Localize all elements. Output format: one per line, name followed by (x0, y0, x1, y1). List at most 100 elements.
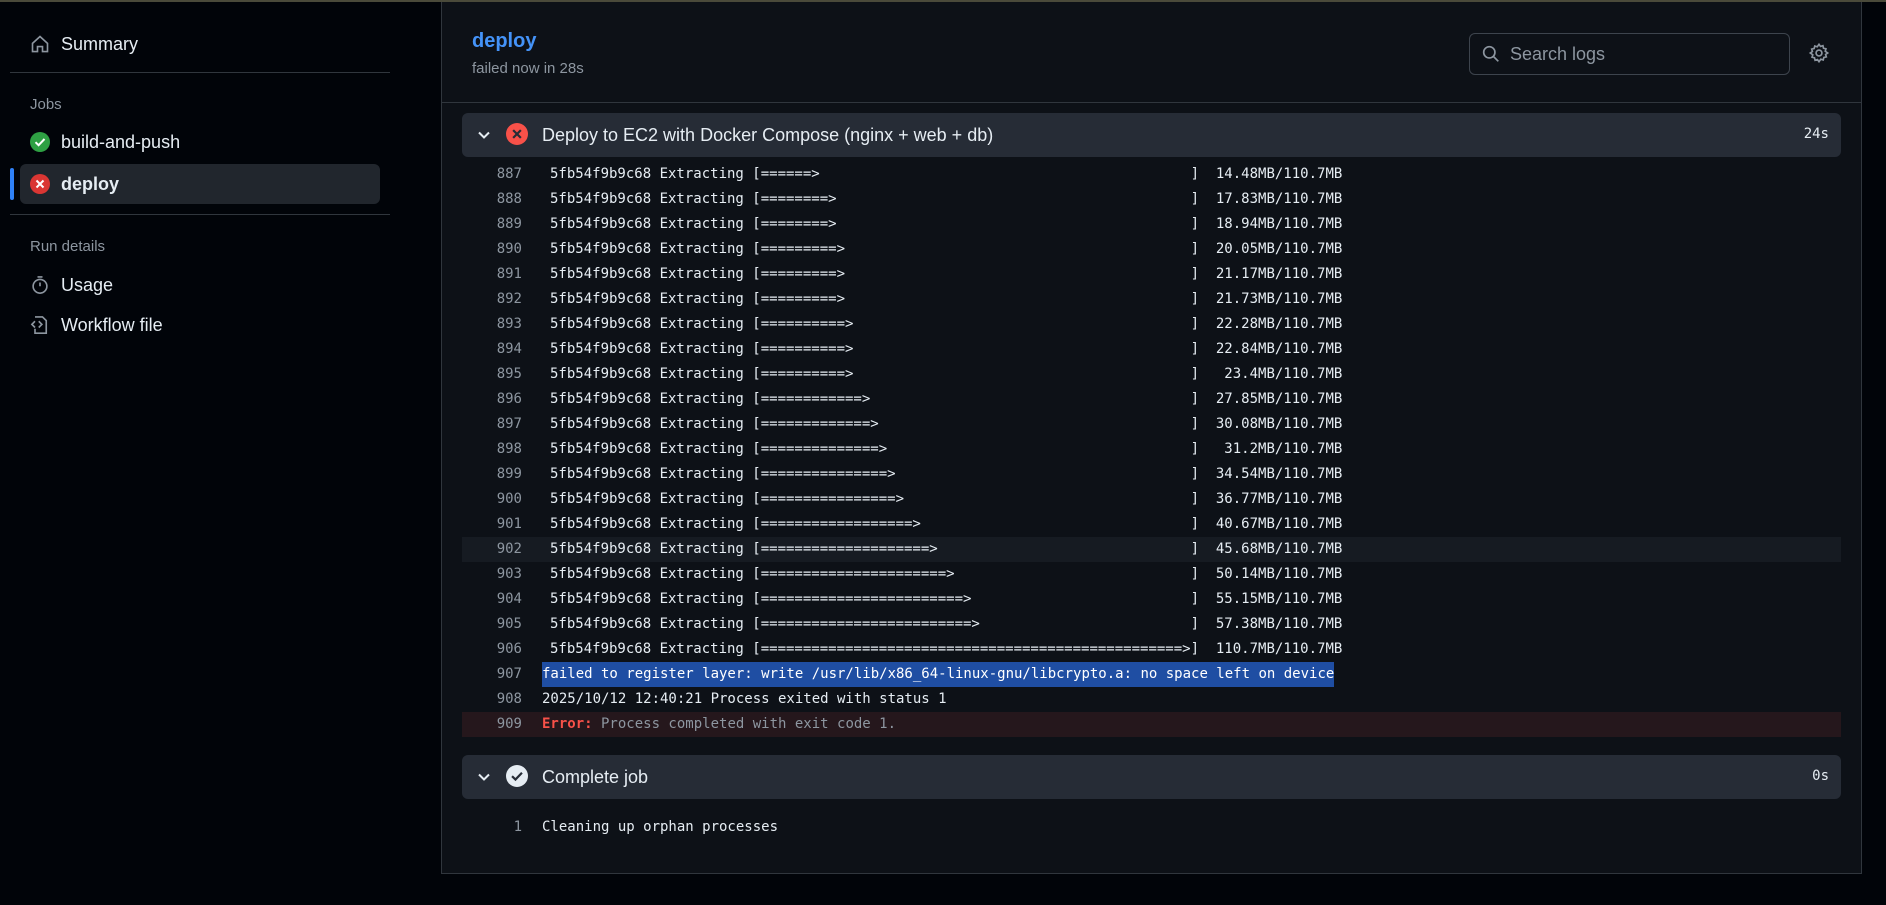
line-number[interactable]: 893 (462, 312, 522, 337)
log-line[interactable]: 905 5fb54f9b9c68 Extracting [============… (462, 612, 1841, 637)
log-text: 5fb54f9b9c68 Extracting [==========> ] 2… (550, 316, 1343, 332)
sidebar-divider (10, 72, 390, 73)
line-number[interactable]: 900 (462, 487, 522, 512)
line-number[interactable]: 904 (462, 587, 522, 612)
error-label: Error: (542, 716, 593, 732)
sidebar-item-workflow-file[interactable]: Workflow file (20, 305, 380, 345)
log-line[interactable]: 907 failed to register layer: write /usr/… (462, 662, 1841, 687)
line-number[interactable]: 902 (462, 537, 522, 562)
sidebar-item-label: deploy (61, 173, 120, 194)
log-line[interactable]: 902 5fb54f9b9c68 Extracting [============… (462, 537, 1841, 562)
line-number[interactable]: 894 (462, 337, 522, 362)
line-number[interactable]: 901 (462, 512, 522, 537)
step-header-complete-job[interactable]: Complete job 0s (462, 755, 1841, 799)
chevron-down-icon[interactable] (474, 767, 494, 787)
log-text: 5fb54f9b9c68 Extracting [=========> ] 21… (550, 266, 1343, 282)
log-line[interactable]: 889 5fb54f9b9c68 Extracting [========> ] … (462, 212, 1841, 237)
line-number[interactable]: 905 (462, 612, 522, 637)
line-number[interactable]: 906 (462, 637, 522, 662)
search-icon (1480, 43, 1502, 65)
step-duration: 0s (1812, 768, 1829, 784)
sidebar-item-label: Workflow file (61, 314, 163, 335)
sidebar-item-build-and-push[interactable]: build-and-push (20, 122, 380, 162)
x-circle-icon (29, 173, 51, 195)
line-number[interactable]: 907 (462, 662, 522, 687)
log-line[interactable]: 894 5fb54f9b9c68 Extracting [==========> … (462, 337, 1841, 362)
line-number[interactable]: 887 (462, 162, 522, 187)
log-line[interactable]: 887 5fb54f9b9c68 Extracting [======> ] 14… (462, 162, 1841, 187)
log-line[interactable]: 892 5fb54f9b9c68 Extracting [=========> ]… (462, 287, 1841, 312)
active-indicator (10, 168, 14, 200)
line-number[interactable]: 909 (462, 712, 522, 737)
log-text: 2025/10/12 12:40:21 Process exited with … (542, 691, 947, 707)
log-line[interactable]: 898 5fb54f9b9c68 Extracting [============… (462, 437, 1841, 462)
step-title: Deploy to EC2 with Docker Compose (nginx… (542, 125, 994, 145)
log-line[interactable]: 906 5fb54f9b9c68 Extracting [============… (462, 637, 1841, 662)
line-number[interactable]: 889 (462, 212, 522, 237)
sidebar-item-usage[interactable]: Usage (20, 265, 380, 305)
log-line[interactable]: 890 5fb54f9b9c68 Extracting [=========> ]… (462, 237, 1841, 262)
sidebar: Summary Jobs build-and-push deploy Run d… (0, 2, 400, 905)
stopwatch-icon (29, 274, 51, 296)
log-line[interactable]: 909 Error: Process completed with exit co… (462, 712, 1841, 737)
search-logs-input[interactable] (1510, 43, 1770, 65)
jobs-heading: Jobs (30, 96, 62, 113)
check-circle-icon (29, 131, 51, 153)
log-text: 5fb54f9b9c68 Extracting [===============… (550, 591, 1343, 607)
error-message: Process completed with exit code 1. (592, 716, 897, 732)
job-log-panel: deploy failed now in 28s Deploy to EC2 w… (441, 2, 1862, 874)
log-line[interactable]: 1 Cleaning up orphan processes (462, 815, 1841, 840)
log-text: 5fb54f9b9c68 Extracting [=============> … (550, 416, 1343, 432)
log-text: 5fb54f9b9c68 Extracting [========> ] 17.… (550, 191, 1343, 207)
line-number[interactable]: 898 (462, 437, 522, 462)
log-text: 5fb54f9b9c68 Extracting [===============… (550, 566, 1343, 582)
log-text: failed to register layer: write /usr/lib… (542, 662, 1335, 687)
log-line[interactable]: 895 5fb54f9b9c68 Extracting [==========> … (462, 362, 1841, 387)
line-number[interactable]: 903 (462, 562, 522, 587)
line-number[interactable]: 896 (462, 387, 522, 412)
line-number[interactable]: 888 (462, 187, 522, 212)
step-header-deploy-to-ec2[interactable]: Deploy to EC2 with Docker Compose (nginx… (462, 113, 1841, 157)
line-number[interactable]: 891 (462, 262, 522, 287)
log-line[interactable]: 901 5fb54f9b9c68 Extracting [============… (462, 512, 1841, 537)
job-title[interactable]: deploy (472, 30, 536, 53)
x-circle-icon (506, 123, 530, 147)
log-line[interactable]: 888 5fb54f9b9c68 Extracting [========> ] … (462, 187, 1841, 212)
line-number[interactable]: 895 (462, 362, 522, 387)
sidebar-item-label: Usage (61, 274, 114, 295)
log-line[interactable]: 891 5fb54f9b9c68 Extracting [=========> ]… (462, 262, 1841, 287)
line-number[interactable]: 892 (462, 287, 522, 312)
line-number[interactable]: 890 (462, 237, 522, 262)
log-line[interactable]: 904 5fb54f9b9c68 Extracting [============… (462, 587, 1841, 612)
settings-gear-icon[interactable] (1808, 42, 1834, 68)
line-number[interactable]: 899 (462, 462, 522, 487)
sidebar-divider (10, 214, 390, 215)
step-title: Complete job (542, 767, 649, 787)
log-text: 5fb54f9b9c68 Extracting [========> ] 18.… (550, 216, 1343, 232)
log-output-complete-job: 1 Cleaning up orphan processes (462, 815, 1841, 845)
log-text: 5fb54f9b9c68 Extracting [==============>… (550, 441, 1343, 457)
log-line[interactable]: 893 5fb54f9b9c68 Extracting [==========> … (462, 312, 1841, 337)
sidebar-item-deploy[interactable]: deploy (20, 164, 380, 204)
line-number[interactable]: 1 (462, 815, 522, 840)
log-line[interactable]: 900 5fb54f9b9c68 Extracting [============… (462, 487, 1841, 512)
log-line[interactable]: 896 5fb54f9b9c68 Extracting [============… (462, 387, 1841, 412)
log-text: 5fb54f9b9c68 Extracting [==========> ] 2… (550, 341, 1343, 357)
log-text: 5fb54f9b9c68 Extracting [======> ] 14.48… (550, 166, 1343, 182)
home-icon (29, 33, 51, 55)
log-text: 5fb54f9b9c68 Extracting [==========> ] 2… (550, 366, 1343, 382)
log-line[interactable]: 903 5fb54f9b9c68 Extracting [============… (462, 562, 1841, 587)
log-text: Cleaning up orphan processes (542, 819, 779, 835)
log-line[interactable]: 908 2025/10/12 12:40:21 Process exited wi… (462, 687, 1841, 712)
line-number[interactable]: 897 (462, 412, 522, 437)
chevron-down-icon[interactable] (474, 125, 494, 145)
run-details-heading: Run details (30, 238, 106, 255)
log-text: 5fb54f9b9c68 Extracting [===============… (550, 641, 1343, 657)
search-logs-field[interactable] (1469, 33, 1790, 75)
header-separator (442, 102, 1861, 103)
log-line[interactable]: 897 5fb54f9b9c68 Extracting [============… (462, 412, 1841, 437)
log-text: 5fb54f9b9c68 Extracting [===============… (550, 491, 1343, 507)
line-number[interactable]: 908 (462, 687, 522, 712)
sidebar-item-summary[interactable]: Summary (20, 24, 380, 64)
log-line[interactable]: 899 5fb54f9b9c68 Extracting [============… (462, 462, 1841, 487)
